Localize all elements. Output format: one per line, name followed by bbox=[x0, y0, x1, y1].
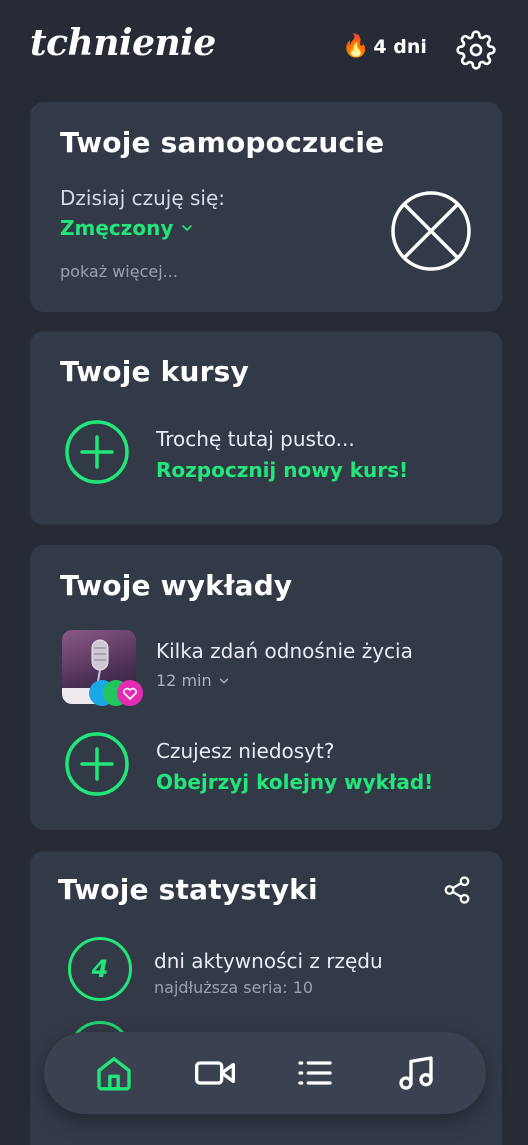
bottom-navigation bbox=[44, 1032, 486, 1114]
nav-music[interactable] bbox=[390, 1047, 442, 1099]
stat-label: dni aktywności z rzędu bbox=[154, 949, 383, 973]
nav-list[interactable] bbox=[289, 1047, 341, 1099]
lecture-duration: 12 min bbox=[156, 671, 212, 690]
streak-text: 4 dni bbox=[373, 36, 427, 58]
chevron-down-icon bbox=[219, 678, 228, 683]
top-bar: tchnienie 🔥 4 dni bbox=[0, 0, 528, 100]
show-more-link[interactable]: pokaż więcej... bbox=[60, 262, 178, 281]
lecture-title[interactable]: Kilka zdań odnośnie życia bbox=[156, 639, 413, 663]
streak-counter: 🔥 4 dni bbox=[342, 34, 427, 59]
courses-empty-text: Trochę tutaj pusto... bbox=[156, 427, 355, 451]
stats-title: Twoje statystyki bbox=[58, 873, 318, 906]
next-lecture-link[interactable]: Obejrzyj kolejny wykład! bbox=[156, 770, 433, 794]
lectures-card: Twoje wykłady Kilka zdań odnośnie życia … bbox=[30, 545, 502, 830]
tired-face-icon[interactable] bbox=[390, 190, 472, 272]
stat-sub: najdłuższa seria: 10 bbox=[154, 978, 314, 997]
share-icon[interactable] bbox=[442, 875, 472, 905]
start-course-link[interactable]: Rozpocznij nowy kurs! bbox=[156, 458, 408, 482]
list-icon bbox=[298, 1061, 332, 1085]
add-course-icon[interactable] bbox=[64, 419, 130, 485]
category-badges bbox=[89, 680, 143, 706]
gear-icon[interactable] bbox=[456, 30, 496, 70]
courses-title: Twoje kursy bbox=[60, 355, 249, 388]
lectures-more-text: Czujesz niedosyt? bbox=[156, 739, 335, 763]
home-icon bbox=[97, 1057, 131, 1091]
courses-card: Twoje kursy Trochę tutaj pusto... Rozpoc… bbox=[30, 331, 502, 525]
flame-icon: 🔥 bbox=[342, 34, 370, 59]
wellbeing-card: Twoje samopoczucie Dzisiaj czuję się: Zm… bbox=[30, 102, 502, 312]
mood-dropdown[interactable]: Zmęczony bbox=[60, 216, 195, 240]
app-logo: tchnienie bbox=[30, 22, 216, 64]
video-icon bbox=[194, 1061, 235, 1085]
add-lecture-icon[interactable] bbox=[64, 731, 130, 797]
nav-home[interactable] bbox=[88, 1047, 140, 1099]
music-icon bbox=[399, 1056, 433, 1090]
nav-video[interactable] bbox=[189, 1047, 241, 1099]
feel-label: Dzisiaj czuję się: bbox=[60, 186, 226, 210]
stat-value-circle: 4 bbox=[68, 937, 132, 1001]
lecture-duration-toggle[interactable]: 12 min bbox=[156, 671, 231, 690]
chevron-down-icon bbox=[182, 225, 193, 231]
lectures-title: Twoje wykłady bbox=[60, 569, 293, 602]
wellbeing-title: Twoje samopoczucie bbox=[60, 126, 385, 159]
mood-value: Zmęczony bbox=[60, 216, 174, 240]
